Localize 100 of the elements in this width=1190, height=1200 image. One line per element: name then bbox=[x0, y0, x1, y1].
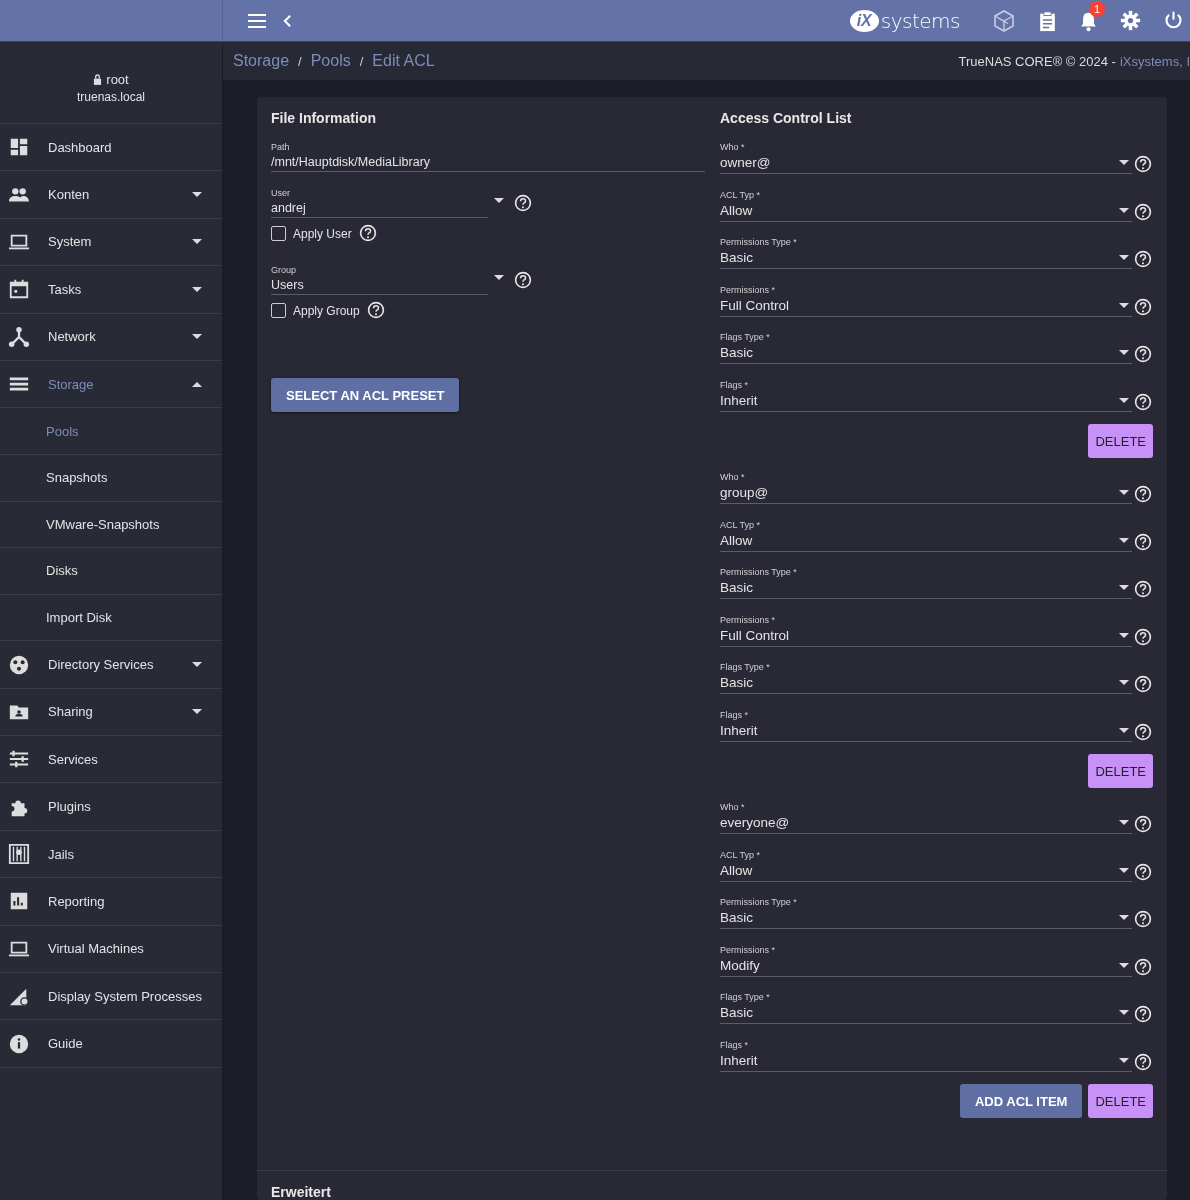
select-field[interactable]: User andrej bbox=[271, 188, 488, 218]
network-icon bbox=[8, 325, 30, 348]
lock-icon bbox=[93, 73, 103, 85]
help-icon[interactable] bbox=[1134, 675, 1152, 693]
select-field[interactable]: Permissions * Full Control bbox=[720, 614, 1132, 647]
select-field[interactable]: ACL Typ * Allow bbox=[720, 519, 1132, 552]
sidebar-subitem[interactable]: Pools bbox=[0, 408, 222, 455]
sidebar-subitem[interactable]: Snapshots bbox=[0, 454, 222, 502]
breadcrumb-link[interactable]: Edit ACL bbox=[372, 52, 435, 70]
select-field[interactable]: ACL Typ * Allow bbox=[720, 189, 1132, 222]
help-icon[interactable] bbox=[1134, 627, 1152, 646]
select-field[interactable]: ACL Typ * Allow bbox=[720, 849, 1132, 882]
info-icon bbox=[8, 1032, 30, 1055]
user-name: root bbox=[106, 71, 129, 87]
path-field[interactable]: Path /mnt/Hauptdisk/MediaLibrary bbox=[271, 142, 705, 172]
select-field[interactable]: Permissions Type * Basic bbox=[720, 567, 1132, 599]
back-icon[interactable] bbox=[283, 13, 292, 28]
sidebar-item[interactable]: Directory Services bbox=[0, 641, 222, 689]
help-icon[interactable] bbox=[1134, 345, 1152, 363]
select-field[interactable]: Who * owner@ bbox=[720, 142, 1132, 174]
menu-icon[interactable] bbox=[247, 12, 267, 29]
sidebar-item[interactable]: Guide bbox=[0, 1020, 222, 1068]
caret-icon bbox=[1119, 490, 1129, 495]
help-icon[interactable] bbox=[366, 301, 385, 319]
select-field[interactable]: Permissions * Full Control bbox=[720, 284, 1132, 317]
sidebar-subitem[interactable]: Import Disk bbox=[0, 594, 222, 642]
caret-icon bbox=[1119, 207, 1129, 213]
sidebar-item[interactable]: Display System Processes bbox=[0, 973, 222, 1021]
sidebar-item[interactable]: Tasks bbox=[0, 266, 222, 314]
checkbox-label: Apply User bbox=[293, 226, 352, 241]
sidebar-item[interactable]: System bbox=[0, 218, 222, 267]
help-icon[interactable] bbox=[358, 224, 377, 242]
settings-icon[interactable] bbox=[1120, 10, 1141, 31]
section-title: Access Control List bbox=[720, 110, 853, 126]
help-icon[interactable] bbox=[514, 270, 532, 289]
help-icon[interactable] bbox=[1134, 250, 1152, 268]
checkbox[interactable] bbox=[271, 303, 286, 318]
select-field[interactable]: Permissions * Modify bbox=[720, 944, 1132, 977]
select-field[interactable]: Flags * Inherit bbox=[720, 709, 1132, 742]
dots-icon bbox=[8, 653, 30, 676]
caret-icon bbox=[1119, 727, 1129, 733]
help-icon[interactable] bbox=[1134, 957, 1152, 976]
preset-button[interactable]: SELECT AN ACL PRESET bbox=[271, 378, 460, 412]
select-field[interactable]: Who * everyone@ bbox=[720, 802, 1132, 834]
select-field[interactable]: Flags Type * Basic bbox=[720, 992, 1132, 1024]
power-icon[interactable] bbox=[1163, 10, 1184, 31]
select-field[interactable]: Flags * Inherit bbox=[720, 379, 1132, 412]
select-field[interactable]: Who * group@ bbox=[720, 472, 1132, 504]
sidebar-item[interactable]: Jails bbox=[0, 830, 222, 879]
sidebar-item[interactable]: Network bbox=[0, 313, 222, 361]
sidebar-subitem[interactable]: Disks bbox=[0, 548, 222, 595]
help-icon[interactable] bbox=[1134, 815, 1152, 833]
caret-icon bbox=[1119, 680, 1129, 685]
caret-icon bbox=[1119, 160, 1129, 165]
checkbox[interactable] bbox=[271, 226, 286, 241]
help-icon[interactable] bbox=[1134, 532, 1152, 551]
section-title: File Information bbox=[271, 110, 377, 126]
sidebar-item[interactable]: Services bbox=[0, 736, 222, 784]
sidebar-item[interactable]: Plugins bbox=[0, 783, 222, 831]
add-acl-item-button[interactable]: ADD ACL ITEM bbox=[959, 1084, 1083, 1118]
clipboard-icon[interactable] bbox=[1038, 9, 1057, 32]
select-field[interactable]: Permissions Type * Basic bbox=[720, 897, 1132, 929]
help-icon[interactable] bbox=[1134, 722, 1152, 741]
sidebar-item[interactable]: Sharing bbox=[0, 688, 222, 737]
select-field[interactable]: Permissions Type * Basic bbox=[720, 237, 1132, 269]
cube-icon[interactable] bbox=[992, 8, 1016, 33]
sidebar-item[interactable]: Storage bbox=[0, 360, 222, 409]
select-field[interactable]: Group Users bbox=[271, 265, 488, 295]
help-icon[interactable] bbox=[1134, 202, 1152, 221]
logo-mark: iX bbox=[849, 9, 879, 32]
delete-button[interactable]: DELETE bbox=[1088, 1084, 1153, 1118]
help-icon[interactable] bbox=[1134, 155, 1152, 173]
sidebar-item[interactable]: Dashboard bbox=[0, 124, 222, 172]
caret-icon bbox=[1119, 350, 1129, 355]
delete-button[interactable]: DELETE bbox=[1088, 424, 1153, 458]
help-icon[interactable] bbox=[1134, 580, 1152, 598]
select-field[interactable]: Flags Type * Basic bbox=[720, 332, 1132, 364]
select-field[interactable]: Flags Type * Basic bbox=[720, 662, 1132, 694]
help-icon[interactable] bbox=[1134, 1005, 1152, 1023]
help-icon[interactable] bbox=[1134, 485, 1152, 503]
help-icon[interactable] bbox=[1134, 297, 1152, 316]
help-icon[interactable] bbox=[1134, 1052, 1152, 1071]
breadcrumb-link[interactable]: Storage bbox=[233, 52, 290, 70]
help-icon[interactable] bbox=[1134, 910, 1152, 928]
caret-icon bbox=[1119, 820, 1129, 825]
company-link[interactable]: iXsystems, I bbox=[1119, 53, 1190, 69]
sidebar-item[interactable]: Konten bbox=[0, 171, 222, 219]
sidebar-item[interactable]: Reporting bbox=[0, 878, 222, 926]
help-icon[interactable] bbox=[1134, 862, 1152, 881]
sidebar-subitem[interactable]: VMware-Snapshots bbox=[0, 501, 222, 549]
cage-icon bbox=[8, 843, 30, 866]
caret-icon bbox=[1119, 915, 1129, 920]
help-icon[interactable] bbox=[1134, 392, 1152, 411]
help-icon[interactable] bbox=[514, 193, 532, 212]
sidebar-item[interactable]: Virtual Machines bbox=[0, 925, 222, 974]
breadcrumb-link[interactable]: Pools bbox=[310, 52, 351, 70]
delete-button[interactable]: DELETE bbox=[1088, 754, 1153, 788]
caret-icon bbox=[1119, 867, 1129, 873]
select-field[interactable]: Flags * Inherit bbox=[720, 1039, 1132, 1072]
caret-icon bbox=[1119, 1010, 1129, 1015]
